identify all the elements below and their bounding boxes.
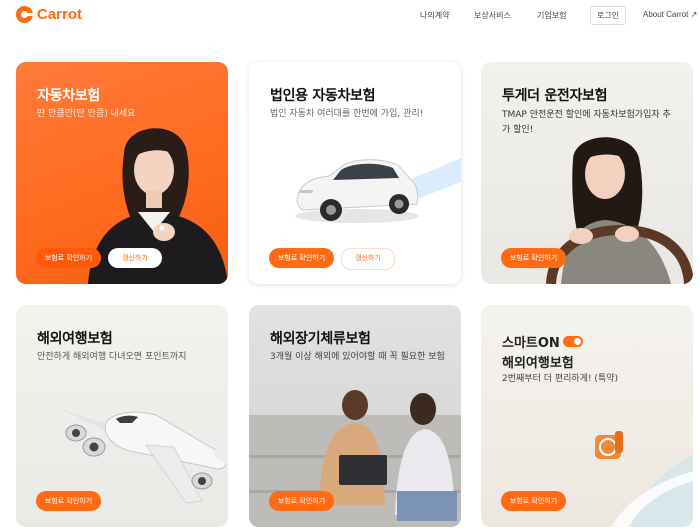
card-subtitle: 2번째부터 더 편리하게! (특약) — [502, 374, 619, 384]
header: Carrot 나의계약 보상서비스 기업보험 로그인 About Carrot … — [0, 0, 700, 32]
card-subtitle: 법인 자동차 여러대를 한번에 가입, 관리! — [270, 109, 424, 119]
card-title: 법인용 자동차보험 — [270, 88, 376, 104]
toggle-on-icon[interactable] — [562, 336, 583, 347]
about-label: About Carrot — [643, 10, 689, 19]
smart-on-label: 스마트ON — [502, 336, 560, 351]
check-premium-button[interactable]: 보험료 확인하기 — [501, 491, 566, 511]
card-corporate-auto-insurance[interactable]: 법인용 자동차보험 법인 자동차 여러대를 한번에 가입, 관리! 보험료 확인… — [249, 62, 461, 284]
check-premium-button[interactable]: 보험료 확인하기 — [269, 491, 334, 511]
card-title: 해외여행보험 — [37, 331, 113, 347]
nav-about[interactable]: About Carrot ↗ — [643, 10, 697, 19]
card-subtitle: TMAP 안전운전 할인에 자동차보험가입자 추가 할인! — [502, 110, 671, 135]
card-overseas-travel-insurance[interactable]: 해외여행보험 안전하게 해외여행 다녀오면 포인트까지 보험료 확인하기 — [16, 305, 228, 527]
card-title: 해외장기체류보험 — [270, 331, 371, 347]
logo-text: Carrot — [37, 6, 83, 23]
check-premium-button[interactable]: 보험료 확인하기 — [36, 248, 101, 268]
check-premium-button[interactable]: 보험료 확인하기 — [501, 248, 566, 268]
card-subtitle: 안전하게 해외여행 다녀오면 포인트까지 — [37, 352, 187, 362]
smart-on-row: 스마트ON — [502, 332, 583, 351]
card-title: 해외여행보험 — [502, 356, 574, 371]
card-title: 자동차보험 — [37, 88, 100, 104]
card-long-term-overseas-insurance[interactable]: 해외장기체류보험 3개월 이상 해외에 있어야할 때 꼭 필요한 보험 보험료 … — [249, 305, 461, 527]
renew-button[interactable]: 갱신하기 — [341, 248, 395, 270]
login-button[interactable]: 로그인 — [590, 6, 627, 25]
renew-button[interactable]: 갱신하기 — [108, 248, 162, 268]
logo[interactable]: Carrot — [16, 6, 82, 23]
card-smart-on-travel-insurance[interactable]: 스마트ON 해외여행보험 2번째부터 더 편리하게! (특약) 보험료 확인하기 — [481, 305, 693, 527]
card-subtitle: 딴 만큼만(탄 만큼) 내세요 — [37, 109, 136, 119]
card-together-driver-insurance[interactable]: 투게더 운전자보험 TMAP 안전운전 할인에 자동차보험가입자 추가 할인! … — [481, 62, 693, 284]
arrow-up-right-icon: ↗ — [690, 10, 698, 19]
card-subtitle: 3개월 이상 해외에 있어야할 때 꼭 필요한 보험 — [270, 352, 445, 362]
nav-claims-service[interactable]: 보상서비스 — [474, 10, 511, 21]
check-premium-button[interactable]: 보험료 확인하기 — [36, 491, 101, 511]
carrot-logo-icon — [16, 6, 33, 23]
card-auto-insurance[interactable]: 자동차보험 딴 만큼만(탄 만큼) 내세요 보험료 확인하기 갱신하기 — [16, 62, 228, 284]
nav-my-contract[interactable]: 나의계약 — [420, 10, 449, 21]
nav-corporate-insurance[interactable]: 기업보험 — [537, 10, 566, 21]
card-title: 투게더 운전자보험 — [502, 88, 608, 104]
check-premium-button[interactable]: 보험료 확인하기 — [269, 248, 334, 268]
